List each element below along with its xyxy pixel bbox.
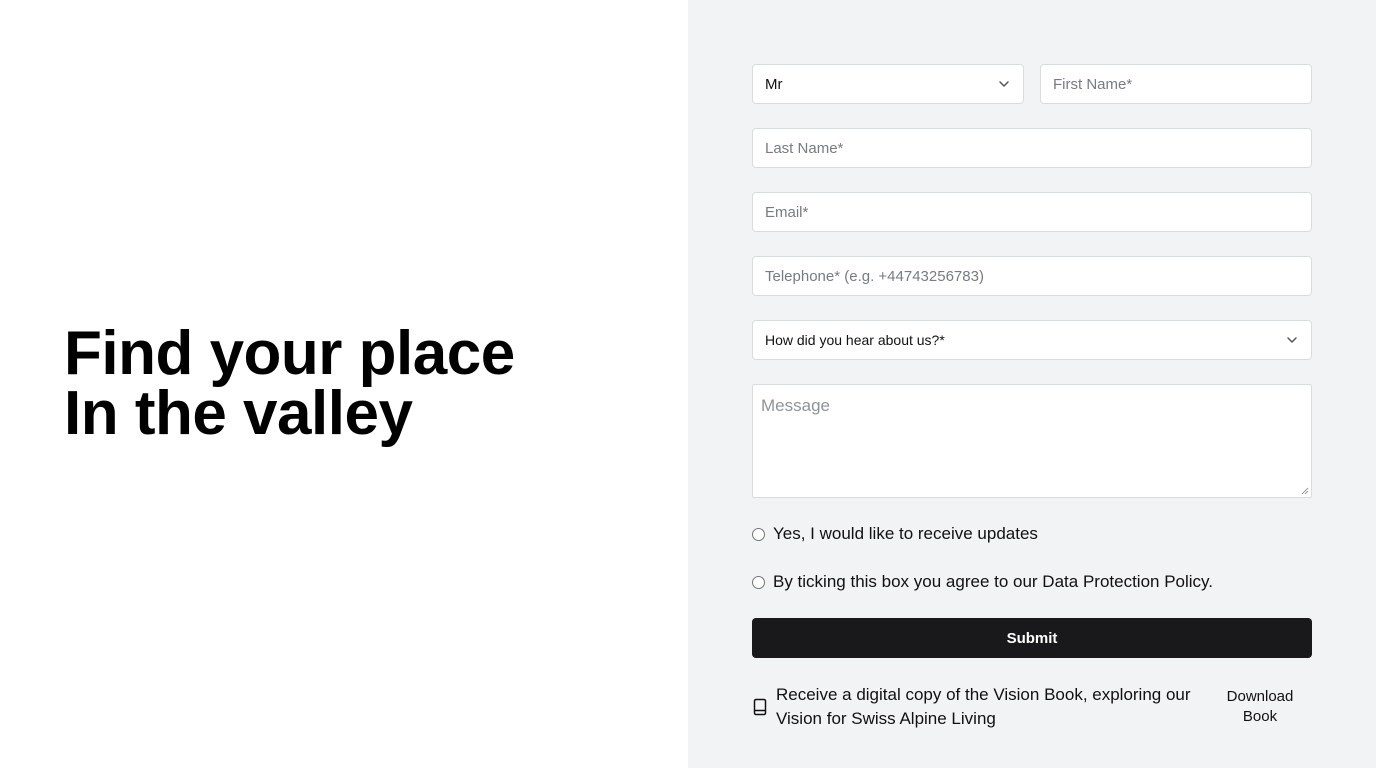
resize-grip-icon[interactable] <box>1300 486 1309 495</box>
book-icon <box>753 698 767 716</box>
last-name-field <box>752 128 1312 168</box>
download-book-button[interactable]: Download Book <box>1218 687 1302 727</box>
updates-label: Yes, I would like to receive updates <box>773 524 1038 543</box>
title-select[interactable]: Mr <box>752 64 1024 104</box>
chevron-down-icon <box>1287 337 1297 343</box>
policy-radio[interactable] <box>752 575 765 589</box>
hero-panel: Find your place In the valley <box>0 0 688 768</box>
hero-headline: Find your place In the valley <box>64 319 515 448</box>
policy-label: By ticking this box you agree to our Dat… <box>773 572 1214 591</box>
email-field <box>752 192 1312 232</box>
chevron-down-icon <box>999 81 1009 87</box>
page: Find your place In the valley Mr First N… <box>0 0 1376 768</box>
vision-book-text: Receive a digital copy of the Vision Boo… <box>776 685 1191 728</box>
telephone-field <box>752 256 1312 296</box>
policy-option[interactable]: By ticking this box you agree to our Dat… <box>752 572 1213 592</box>
first-name-input[interactable] <box>1041 65 1311 103</box>
email-input[interactable] <box>753 193 1311 231</box>
enquiry-form-panel: Mr How did you hear about us?* <box>688 0 1376 768</box>
updates-radio[interactable] <box>752 527 765 541</box>
message-field <box>752 384 1312 498</box>
last-name-input[interactable] <box>753 129 1311 167</box>
referral-source-value: How did you hear about us?* <box>765 332 945 348</box>
message-input[interactable] <box>753 385 1311 497</box>
submit-button[interactable]: Submit <box>752 618 1312 658</box>
title-select-value: Mr <box>765 75 783 93</box>
vision-book-row: Receive a digital copy of the Vision Boo… <box>752 682 1312 732</box>
hero-line-2: In the valley <box>64 379 413 448</box>
first-name-field <box>1040 64 1312 104</box>
hero-line-1: Find your place <box>64 319 515 388</box>
referral-source-select[interactable]: How did you hear about us?* <box>752 320 1312 360</box>
updates-option[interactable]: Yes, I would like to receive updates <box>752 524 1038 544</box>
telephone-input[interactable] <box>753 257 1311 295</box>
